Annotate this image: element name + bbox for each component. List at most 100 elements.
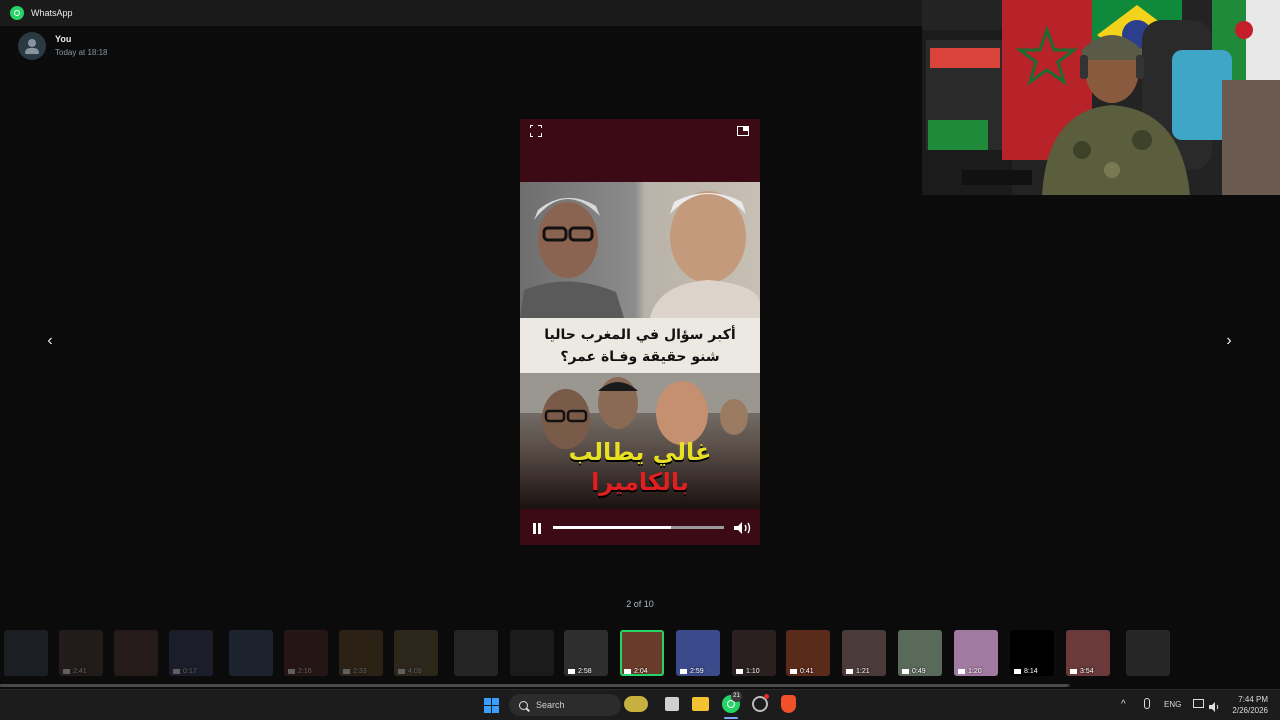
media-counter: 2 of 10: [626, 599, 654, 609]
thumbnail-duration-text: 2:58: [578, 668, 592, 675]
video-camera-icon: [398, 668, 405, 674]
sender-info: You Today at 18:18: [18, 32, 107, 60]
thumbnail-duration: 2:58: [568, 668, 592, 675]
windows-start-icon[interactable]: [484, 698, 500, 714]
video-camera-icon: [343, 668, 350, 674]
speaker-icon[interactable]: [1209, 699, 1219, 712]
thumbnail[interactable]: 2:59: [676, 630, 720, 676]
thumbnail[interactable]: 8:14: [1010, 630, 1054, 676]
chevron-up-icon[interactable]: ^: [1121, 699, 1126, 710]
thumbnail[interactable]: 0:49: [898, 630, 942, 676]
thumbnail[interactable]: 2:16: [284, 630, 328, 676]
thumbnail-duration-text: 2:41: [73, 668, 87, 675]
thumbnail[interactable]: 1:10: [732, 630, 776, 676]
clock-date: 2/26/2026: [1232, 706, 1268, 715]
notification-dot: [764, 694, 769, 699]
title-bar: WhatsApp: [0, 0, 922, 26]
media-viewer[interactable]: أكبر سؤال في المغرب حاليا شنو حقيقة وفـا…: [520, 119, 760, 545]
thumbnail-duration-text: 0:49: [912, 668, 926, 675]
thumbnail[interactable]: 2:58: [564, 630, 608, 676]
thumbnail[interactable]: 2:41: [59, 630, 103, 676]
video-camera-icon: [624, 668, 631, 674]
video-progress-bar[interactable]: [553, 526, 724, 529]
volume-icon[interactable]: [733, 521, 753, 535]
video-camera-icon: [790, 668, 797, 674]
video-camera-icon: [173, 668, 180, 674]
thumbnail-duration-text: 0:17: [183, 668, 197, 675]
thumbnail[interactable]: [454, 630, 498, 676]
video-thumbnail-top: [520, 182, 760, 318]
thumbnail-duration: 2:33: [343, 668, 367, 675]
thumbnail[interactable]: 3:54: [1066, 630, 1110, 676]
thumbnail-duration-text: 2:16: [298, 668, 312, 675]
webcam-image: [922, 0, 1280, 195]
chevron-right-icon[interactable]: ›: [1219, 331, 1239, 351]
thumbnail-duration: 3:54: [1070, 668, 1094, 675]
thumbnail-duration: 2:16: [288, 668, 312, 675]
brave-browser-icon[interactable]: [781, 695, 796, 713]
thumbnail[interactable]: 2:33: [339, 630, 383, 676]
thumbnail-duration-text: 4:09: [408, 668, 422, 675]
taskbar-search[interactable]: Search: [509, 694, 621, 716]
thumbnail[interactable]: [4, 630, 48, 676]
thumbnail-scrollbar[interactable]: [0, 684, 1070, 687]
thumbnail[interactable]: [1126, 630, 1170, 676]
caption-line-1: أكبر سؤال في المغرب حاليا: [544, 326, 736, 343]
webcam-overlay: [922, 0, 1280, 195]
video-frame-top: [520, 191, 760, 318]
caption-line-2: شنو حقيقة وفـاة عمر؟: [560, 348, 720, 365]
whatsapp-notification-badge: 21: [731, 691, 742, 702]
video-camera-icon: [288, 668, 295, 674]
language-indicator[interactable]: ENG: [1164, 700, 1181, 709]
chevron-left-icon[interactable]: ‹: [40, 331, 60, 351]
thumbnail[interactable]: 1:20: [954, 630, 998, 676]
thumbnail[interactable]: 0:41: [786, 630, 830, 676]
headline-line-1: غالي يطالب: [568, 438, 712, 466]
windows-taskbar: Search 21 ^ ENG 7:44 PM 2/26/2026: [0, 689, 1280, 720]
thumbnail[interactable]: 0:17: [169, 630, 213, 676]
sender-timestamp: Today at 18:18: [55, 48, 108, 57]
thumbnail[interactable]: 4:09: [394, 630, 438, 676]
sender-name: You: [55, 34, 72, 44]
thumbnail-duration-text: 2:33: [353, 668, 367, 675]
thumbnail-duration-text: 8:14: [1024, 668, 1038, 675]
headline-line-2: بالكاميرا: [591, 468, 689, 496]
thumbnail[interactable]: [114, 630, 158, 676]
thumbnail[interactable]: [229, 630, 273, 676]
thumbnail-duration: 2:41: [63, 668, 87, 675]
video-camera-icon: [1014, 668, 1021, 674]
search-label: Search: [536, 700, 565, 710]
task-view-icon[interactable]: [665, 697, 679, 711]
thumbnail-duration-text: 1:10: [746, 668, 760, 675]
thumbnail-duration-text: 2:04: [634, 668, 648, 675]
video-top-band: [520, 119, 760, 182]
video-camera-icon: [63, 668, 70, 674]
active-app-indicator: [724, 717, 738, 719]
thumbnail-duration: 2:04: [624, 668, 648, 675]
video-camera-icon: [680, 668, 687, 674]
thumbnail-duration: 4:09: [398, 668, 422, 675]
fullscreen-icon[interactable]: [529, 124, 542, 137]
file-explorer-icon[interactable]: [692, 697, 709, 711]
taskbar-clock[interactable]: 7:44 PM 2/26/2026: [1226, 694, 1268, 716]
pause-icon[interactable]: [532, 523, 542, 534]
scrollbar-thumb[interactable]: [0, 684, 1068, 687]
video-camera-icon: [568, 668, 575, 674]
thumbnail-duration: 0:17: [173, 668, 197, 675]
widgets-icon[interactable]: [624, 696, 648, 712]
microphone-icon[interactable]: [1144, 698, 1150, 709]
thumbnail-duration: 1:20: [958, 668, 982, 675]
thumbnail[interactable]: [510, 630, 554, 676]
picture-in-picture-icon[interactable]: [737, 126, 749, 136]
video-camera-icon: [1070, 668, 1077, 674]
thumbnail[interactable]: 1:21: [842, 630, 886, 676]
network-icon[interactable]: [1193, 699, 1204, 708]
whatsapp-logo-icon: [10, 6, 24, 20]
thumbnail-duration: 2:59: [680, 668, 704, 675]
video-camera-icon: [736, 668, 743, 674]
window-title: WhatsApp: [31, 8, 73, 18]
thumbnail-duration: 8:14: [1014, 668, 1038, 675]
thumbnail-active[interactable]: 2:04: [620, 630, 664, 676]
clock-time: 7:44 PM: [1238, 695, 1268, 704]
thumbnail-duration-text: 1:21: [856, 668, 870, 675]
